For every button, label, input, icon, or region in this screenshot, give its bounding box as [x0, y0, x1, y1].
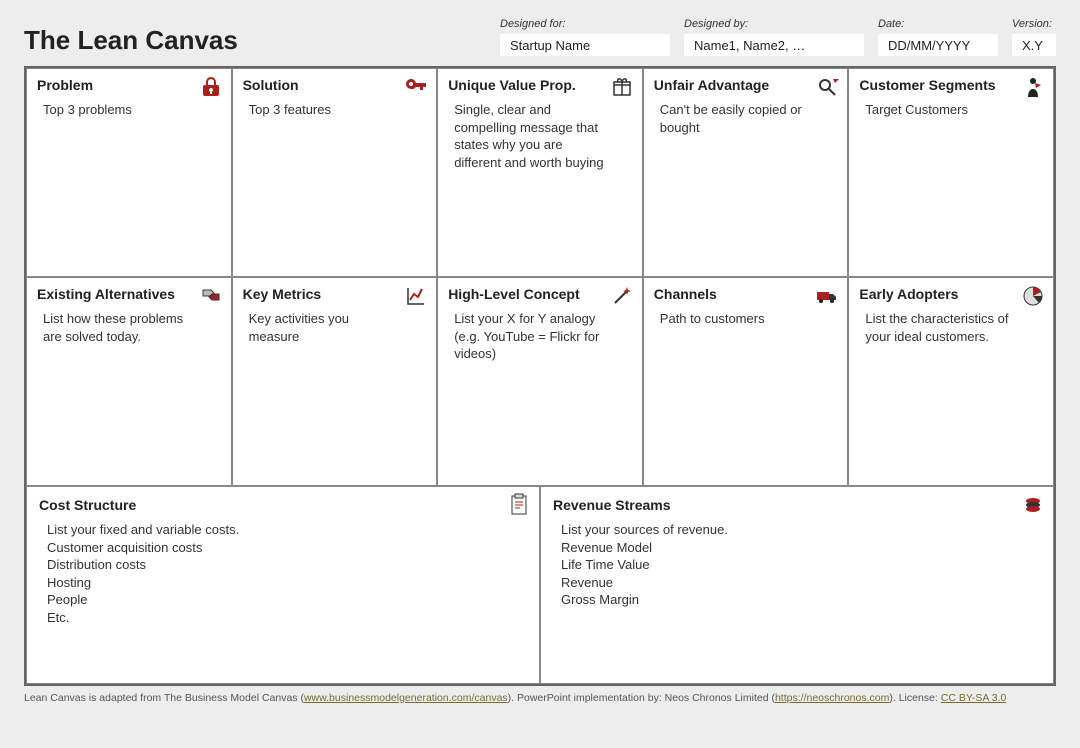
meta-version: Version: X.Y — [1012, 18, 1056, 56]
wand-icon — [610, 284, 634, 308]
sign-icon — [199, 284, 223, 308]
cell-title: Customer Segments — [859, 77, 1043, 93]
cell-body: List your X for Y analogy (e.g. YouTube … — [448, 310, 632, 363]
cell-title: Existing Alternatives — [37, 286, 221, 302]
cell-body: Can't be easily copied or bought — [654, 101, 838, 136]
meta-designed-by: Designed by: Name1, Name2, … — [684, 18, 864, 56]
cell-unfair-advantage[interactable]: Unfair Advantage Can't be easily copied … — [643, 68, 849, 277]
top-grid: Problem Top 3 problems Solution Top 3 fe… — [26, 68, 1054, 486]
link-license[interactable]: CC BY-SA 3.0 — [941, 692, 1007, 704]
cell-title: Problem — [37, 77, 221, 93]
bottom-grid: Cost Structure List your fixed and varia… — [26, 486, 1054, 684]
cell-channels[interactable]: Channels Path to customers — [643, 277, 849, 486]
cell-title: Early Adopters — [859, 286, 1043, 302]
cell-title: Unfair Advantage — [654, 77, 838, 93]
link-bmc[interactable]: www.businessmodelgeneration.com/canvas — [304, 692, 508, 704]
meta-designed-for: Designed for: Startup Name — [500, 18, 670, 56]
magnifier-icon — [815, 75, 839, 99]
meta-group: Designed for: Startup Name Designed by: … — [392, 18, 1056, 56]
lean-canvas-grid: Problem Top 3 problems Solution Top 3 fe… — [24, 66, 1056, 686]
cell-unique-value-prop[interactable]: Unique Value Prop. Single, clear and com… — [437, 68, 643, 277]
cell-existing-alternatives[interactable]: Existing Alternatives List how these pro… — [26, 277, 232, 486]
cell-body: Key activities you measure — [243, 310, 427, 345]
meta-label: Designed for: — [500, 18, 670, 30]
cell-problem[interactable]: Problem Top 3 problems — [26, 68, 232, 277]
coins-icon — [1021, 493, 1045, 517]
page-title: The Lean Canvas — [24, 25, 384, 56]
footer-attribution: Lean Canvas is adapted from The Business… — [24, 692, 1056, 704]
cell-body: Path to customers — [654, 310, 838, 328]
cell-title: Channels — [654, 286, 838, 302]
cell-title: Solution — [243, 77, 427, 93]
cell-body: List your sources of revenue. Revenue Mo… — [553, 521, 1041, 609]
cell-solution[interactable]: Solution Top 3 features — [232, 68, 438, 277]
meta-label: Date: — [878, 18, 998, 30]
cell-title: Key Metrics — [243, 286, 427, 302]
pie-icon — [1021, 284, 1045, 308]
cell-cost-structure[interactable]: Cost Structure List your fixed and varia… — [26, 486, 540, 684]
canvas-header: The Lean Canvas Designed for: Startup Na… — [24, 18, 1056, 56]
cell-body: Target Customers — [859, 101, 1043, 119]
cell-title: Unique Value Prop. — [448, 77, 632, 93]
cell-body: Top 3 features — [243, 101, 427, 119]
meta-date: Date: DD/MM/YYYY — [878, 18, 998, 56]
cell-high-level-concept[interactable]: High-Level Concept List your X for Y ana… — [437, 277, 643, 486]
cell-key-metrics[interactable]: Key Metrics Key activities you measure — [232, 277, 438, 486]
cell-revenue-streams[interactable]: Revenue Streams List your sources of rev… — [540, 486, 1054, 684]
cell-body: Top 3 problems — [37, 101, 221, 119]
cell-body: List your fixed and variable costs. Cust… — [39, 521, 527, 626]
gift-icon — [610, 75, 634, 99]
cell-body: List how these problems are solved today… — [37, 310, 221, 345]
cell-customer-segments[interactable]: Customer Segments Target Customers — [848, 68, 1054, 277]
link-neoschronos[interactable]: https://neoschronos.com — [775, 692, 889, 704]
cell-title: High-Level Concept — [448, 286, 632, 302]
version-input[interactable]: X.Y — [1012, 34, 1056, 56]
cell-title: Cost Structure — [39, 497, 527, 513]
cell-early-adopters[interactable]: Early Adopters List the characteristics … — [848, 277, 1054, 486]
cell-title: Revenue Streams — [553, 497, 1041, 513]
cell-body: Single, clear and compelling message tha… — [448, 101, 632, 171]
clipboard-icon — [507, 493, 531, 517]
chart-icon — [404, 284, 428, 308]
key-icon — [404, 75, 428, 99]
designed-for-input[interactable]: Startup Name — [500, 34, 670, 56]
designed-by-input[interactable]: Name1, Name2, … — [684, 34, 864, 56]
person-icon — [1021, 75, 1045, 99]
date-input[interactable]: DD/MM/YYYY — [878, 34, 998, 56]
truck-icon — [815, 284, 839, 308]
meta-label: Designed by: — [684, 18, 864, 30]
lock-icon — [199, 75, 223, 99]
meta-label: Version: — [1012, 18, 1056, 30]
cell-body: List the characteristics of your ideal c… — [859, 310, 1043, 345]
